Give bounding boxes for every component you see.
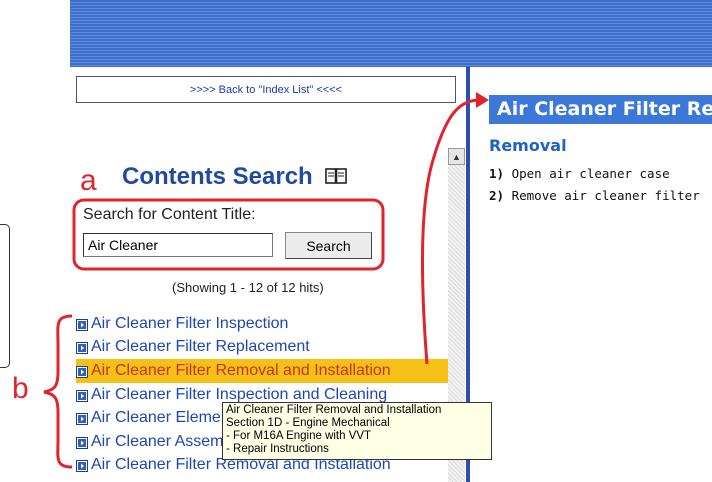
search-input[interactable]	[83, 233, 273, 257]
result-label: Air Cleaner Filter Replacement	[91, 338, 310, 356]
search-button[interactable]: Search	[285, 232, 372, 259]
result-label: Air Cleaner Filter Removal and Installat…	[91, 361, 391, 379]
step-2: 2) Remove air cleaner filter	[489, 188, 700, 203]
hits-count-text: (Showing 1 - 12 of 12 hits)	[172, 280, 324, 295]
document-icon	[76, 341, 88, 355]
tooltip-line: - Repair Instructions	[226, 443, 329, 455]
contents-search-title: Contents Search	[122, 163, 348, 192]
search-label: Search for Content Title:	[83, 206, 256, 223]
result-label: Air Cleaner Filter Inspection	[91, 314, 289, 332]
document-icon	[76, 318, 88, 331]
result-item-1[interactable]: Air Cleaner Filter Inspection	[76, 312, 448, 336]
step-number: 1)	[489, 166, 505, 181]
document-icon	[76, 412, 88, 426]
content-pane	[470, 67, 712, 482]
document-icon	[76, 459, 88, 473]
annotation-label-b: b	[12, 372, 29, 405]
result-tooltip: Air Cleaner Filter Removal and Installat…	[222, 402, 492, 460]
document-icon	[76, 436, 88, 449]
tooltip-line: Section 1D - Engine Mechanical	[226, 417, 390, 429]
result-item-2[interactable]: Air Cleaner Filter Replacement	[76, 336, 448, 360]
contents-search-title-text: Contents Search	[122, 163, 313, 190]
step-text: Remove air cleaner filter	[511, 188, 700, 203]
book-icon	[325, 164, 348, 192]
result-label: Air Cleaner Element	[91, 409, 235, 427]
tooltip-line: - For M16A Engine with VVT	[226, 430, 372, 442]
result-label: Air Cleaner Filter Inspection and Cleani…	[91, 385, 388, 403]
topic-heading: Air Cleaner Filter Removal and Installat…	[489, 95, 712, 124]
back-to-index-label: >>>> Back to "Index List" <<<<	[189, 83, 343, 96]
annotation-brace-b	[43, 314, 73, 469]
side-panel-edge	[0, 224, 10, 368]
document-icon	[76, 389, 88, 402]
document-icon	[76, 365, 88, 378]
result-item-3-selected[interactable]: Air Cleaner Filter Removal and Installat…	[76, 359, 448, 383]
step-number: 2)	[489, 188, 505, 203]
scroll-up-arrow-icon[interactable]: ▲	[448, 148, 465, 165]
annotation-label-a: a	[80, 164, 97, 197]
back-to-index-link[interactable]: >>>> Back to "Index List" <<<<	[76, 76, 456, 103]
tooltip-line: Air Cleaner Filter Removal and Installat…	[226, 404, 442, 416]
step-1: 1) Open air cleaner case	[489, 166, 670, 181]
header-banner	[70, 0, 712, 67]
step-text: Open air cleaner case	[511, 166, 670, 181]
section-heading: Removal	[489, 136, 567, 155]
result-label: Air Cleaner Assembly	[91, 432, 244, 450]
